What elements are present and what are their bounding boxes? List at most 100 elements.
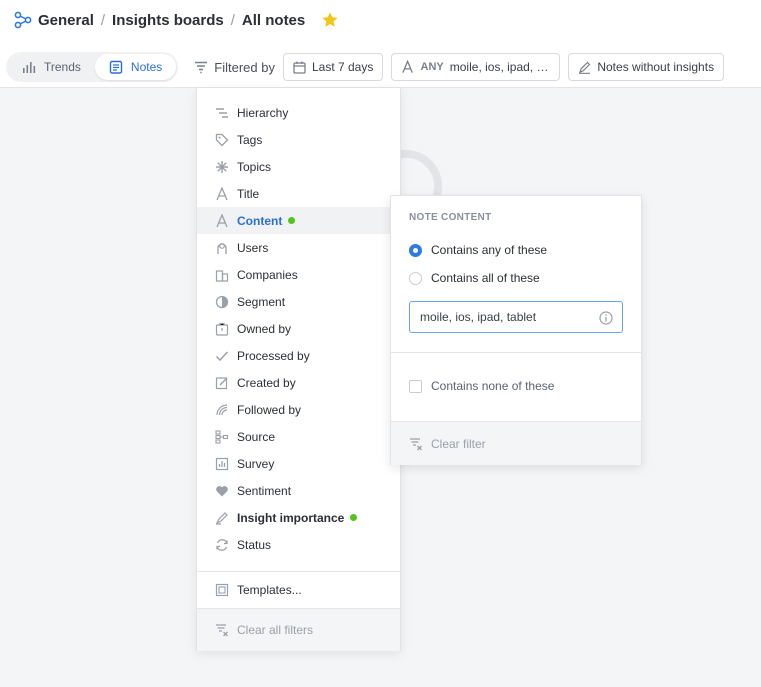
panel-heading: NOTE CONTENT: [409, 212, 492, 223]
clear-filter-icon: [410, 437, 422, 450]
content-icon: [216, 213, 228, 227]
panel-divider: [391, 352, 641, 353]
filter-item-status[interactable]: Status: [197, 531, 400, 558]
filter-item-source[interactable]: Source: [197, 423, 400, 450]
filter-item-created-by[interactable]: Created by: [197, 369, 400, 396]
filter-item-segment[interactable]: Segment: [197, 288, 400, 315]
filter-item-label: Survey: [237, 456, 275, 471]
info-icon[interactable]: [599, 311, 613, 325]
title-icon: [402, 60, 414, 73]
importance-icon: [215, 511, 228, 525]
filter-item-label: Topics: [237, 159, 272, 174]
view-switcher: Trends Notes: [6, 52, 179, 82]
company-icon: [215, 269, 229, 282]
bar-chart-icon: [23, 62, 36, 73]
filter-item-insight-importance[interactable]: Insight importance: [197, 504, 400, 531]
star-icon[interactable]: [321, 11, 339, 29]
filter-item-content[interactable]: Content: [197, 207, 400, 234]
clear-filter-icon: [216, 624, 228, 637]
active-filter-indicator: [288, 217, 296, 224]
tab-notes-label: Notes: [130, 60, 163, 74]
templates-label: Templates...: [237, 582, 302, 597]
content-filter-panel: NOTE CONTENT Contains any of these Conta…: [390, 195, 642, 465]
content-terms-input[interactable]: moile, ios, ipad, tablet: [409, 301, 623, 333]
app-logo-icon: [14, 11, 32, 29]
filter-item-label: Insight importance: [237, 510, 345, 525]
option-contains-any[interactable]: Contains any of these: [409, 243, 547, 257]
templates-item[interactable]: Templates...: [197, 576, 400, 603]
filter-item-label: Hierarchy: [237, 105, 289, 120]
content-filter-mode: ANY: [420, 61, 444, 73]
tab-trends-label: Trends: [44, 60, 81, 74]
tag-icon: [215, 133, 229, 146]
tab-notes[interactable]: Notes: [94, 54, 177, 80]
filter-item-followed-by[interactable]: Followed by: [197, 396, 400, 423]
filter-item-label: Source: [237, 429, 276, 444]
without-insights-chip[interactable]: Notes without insights: [568, 53, 725, 81]
follow-icon: [216, 403, 228, 415]
clear-filter-button[interactable]: Clear filter: [391, 421, 641, 465]
filter-item-label: Title: [237, 186, 260, 201]
heart-icon: [216, 485, 228, 496]
filter-item-label: Followed by: [237, 402, 302, 417]
checkbox[interactable]: [409, 379, 422, 393]
filter-item-label: Users: [237, 240, 269, 255]
filter-item-label: Segment: [237, 294, 286, 309]
option-label: Contains none of these: [431, 379, 555, 393]
filter-item-label: Processed by: [237, 348, 310, 363]
pen-icon: [579, 61, 591, 74]
filter-item-companies[interactable]: Companies: [197, 261, 400, 288]
filter-item-tags[interactable]: Tags: [197, 126, 400, 153]
filter-menu-list: Hierarchy Tags Topics Title Content User…: [197, 99, 400, 558]
date-filter-chip[interactable]: Last 7 days: [282, 53, 384, 81]
filter-item-label: Companies: [237, 267, 298, 282]
content-terms-value: moile, ios, ipad, tablet: [420, 310, 537, 324]
breadcrumb-separator: /: [230, 11, 235, 29]
clear-filter-label: Clear filter: [431, 436, 486, 451]
title-icon: [216, 186, 228, 200]
radio-button[interactable]: [409, 243, 422, 257]
notes-icon: [109, 60, 123, 74]
option-contains-all[interactable]: Contains all of these: [409, 271, 540, 285]
filter-item-hierarchy[interactable]: Hierarchy: [197, 99, 400, 126]
radio-button[interactable]: [409, 271, 422, 285]
templates-icon: [215, 583, 229, 596]
filter-item-label: Sentiment: [237, 483, 292, 498]
topics-icon: [216, 160, 228, 173]
filter-item-owned-by[interactable]: Owned by: [197, 315, 400, 342]
content-filter-chip[interactable]: ANY moile, ios, ipad, ta...: [391, 53, 561, 81]
option-label: Contains all of these: [431, 271, 540, 285]
filter-item-label: Status: [237, 537, 272, 552]
filter-item-survey[interactable]: Survey: [197, 450, 400, 477]
option-contains-none[interactable]: Contains none of these: [409, 379, 554, 393]
user-icon: [217, 242, 227, 254]
breadcrumb: General / Insights boards / All notes: [14, 11, 339, 29]
filter-item-label: Content: [237, 213, 283, 228]
filter-item-title[interactable]: Title: [197, 180, 400, 207]
clear-all-filters-button[interactable]: Clear all filters: [197, 609, 400, 651]
segment-icon: [215, 295, 229, 308]
edit-icon: [215, 376, 228, 389]
filter-item-processed-by[interactable]: Processed by: [197, 342, 400, 369]
filter-item-sentiment[interactable]: Sentiment: [197, 477, 400, 504]
calendar-icon: [293, 61, 306, 74]
filter-item-topics[interactable]: Topics: [197, 153, 400, 180]
menu-divider: [197, 571, 400, 572]
active-filter-indicator: [350, 514, 358, 521]
tab-trends[interactable]: Trends: [8, 54, 95, 80]
filtered-by[interactable]: Filtered by: [194, 60, 275, 75]
option-label: Contains any of these: [431, 243, 548, 257]
survey-icon: [215, 457, 229, 470]
templates-section: Templates...: [197, 576, 400, 603]
breadcrumb-separator: /: [100, 11, 106, 29]
toolbar: Trends Notes Filtered by Last 7 days ANY…: [6, 52, 725, 82]
top-bar: General / Insights boards / All notes Tr…: [0, 0, 761, 88]
breadcrumb-general[interactable]: General: [38, 12, 94, 29]
filter-item-label: Created by: [237, 375, 296, 390]
breadcrumb-insights-boards[interactable]: Insights boards: [112, 12, 224, 29]
filter-item-label: Tags: [237, 132, 263, 147]
content-filter-terms: moile, ios, ipad, ta...: [449, 60, 551, 74]
filter-item-users[interactable]: Users: [197, 234, 400, 261]
breadcrumb-all-notes: All notes: [241, 11, 306, 29]
filtered-by-label: Filtered by: [214, 59, 275, 75]
